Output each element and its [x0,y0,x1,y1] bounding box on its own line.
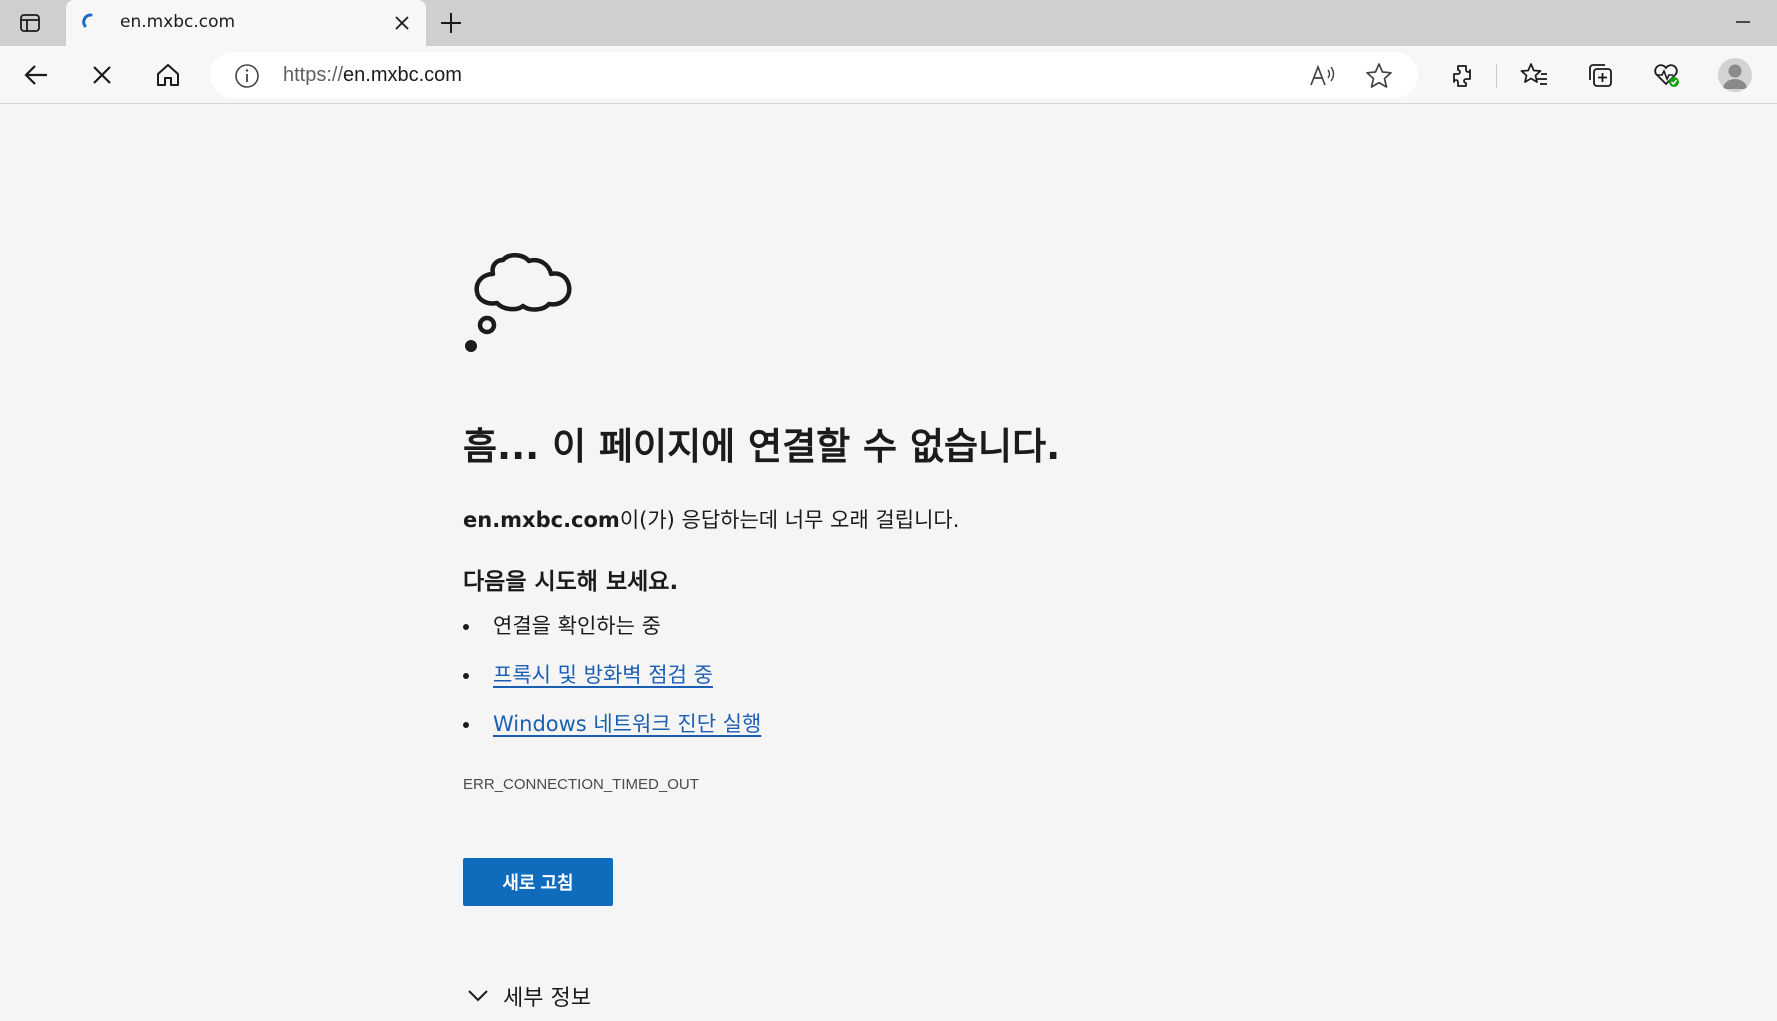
refresh-button[interactable]: 새로 고침 [463,858,613,906]
tab-strip: en.mxbc.com [0,0,1777,46]
tab-actions-icon[interactable] [12,8,48,38]
url-protocol: https:// [283,64,344,86]
error-description-text: 이(가) 응답하는데 너무 오래 걸립니다. [619,508,960,532]
bullet-icon [463,673,469,679]
favorite-star-icon[interactable] [1364,61,1394,91]
url-host: en.mxbc.com [343,64,462,86]
url-text[interactable]: https://en.mxbc.com [283,64,462,87]
close-tab-icon[interactable] [392,13,412,33]
new-tab-icon[interactable] [436,8,466,38]
favorites-icon [1520,63,1547,85]
collections-button[interactable] [1580,55,1620,95]
favorites-button[interactable] [1514,55,1554,95]
browser-toolbar: https://en.mxbc.com [0,46,1777,104]
error-host: en.mxbc.com [463,508,620,532]
details-toggle[interactable]: 세부 정보 [467,980,591,1012]
suggestion-list: 연결을 확인하는 중 프록시 및 방화벽 점검 중 Windows 네트워크 진… [463,610,761,757]
stop-button[interactable] [82,55,122,95]
home-button[interactable] [148,55,188,95]
proxy-firewall-link[interactable]: 프록시 및 방화벽 점검 중 [493,663,713,687]
site-info-icon[interactable] [234,63,260,89]
list-item: 연결을 확인하는 중 [463,610,761,659]
error-title: 흠... 이 페이지에 연결할 수 없습니다. [463,425,1061,468]
network-diagnostics-link[interactable]: Windows 네트워크 진단 실행 [493,712,761,736]
list-item: 프록시 및 방화벽 점검 중 [463,659,761,708]
home-icon [157,64,179,86]
error-code: ERR_CONNECTION_TIMED_OUT [463,776,699,793]
browser-essentials-button[interactable] [1646,55,1686,95]
list-item: Windows 네트워크 진단 실행 [463,708,761,757]
profile-icon[interactable] [1718,58,1752,92]
extensions-button[interactable] [1442,55,1482,95]
active-tab[interactable]: en.mxbc.com [66,0,426,46]
thought-cloud-icon [465,253,572,352]
tab-title: en.mxbc.com [120,12,236,32]
back-arrow-icon [24,65,47,85]
error-description: en.mxbc.com이(가) 응답하는데 너무 오래 걸립니다. [463,504,959,534]
extensions-icon [1453,65,1471,87]
minimize-icon[interactable] [1728,10,1758,34]
details-label: 세부 정보 [503,986,591,1011]
toolbar-divider [1496,64,1497,88]
suggestion-text: 연결을 확인하는 중 [493,614,661,638]
collections-icon [1589,64,1612,87]
chevron-down-icon [468,990,488,1002]
address-bar[interactable]: https://en.mxbc.com [210,52,1418,98]
stop-icon [93,66,111,84]
browser-essentials-icon [1654,64,1679,87]
bullet-icon [463,624,469,630]
try-heading: 다음을 시도해 보세요. [463,569,679,595]
bullet-icon [463,722,469,728]
loading-spinner-icon [82,13,93,28]
back-button[interactable] [16,55,56,95]
read-aloud-icon[interactable] [1308,62,1336,90]
